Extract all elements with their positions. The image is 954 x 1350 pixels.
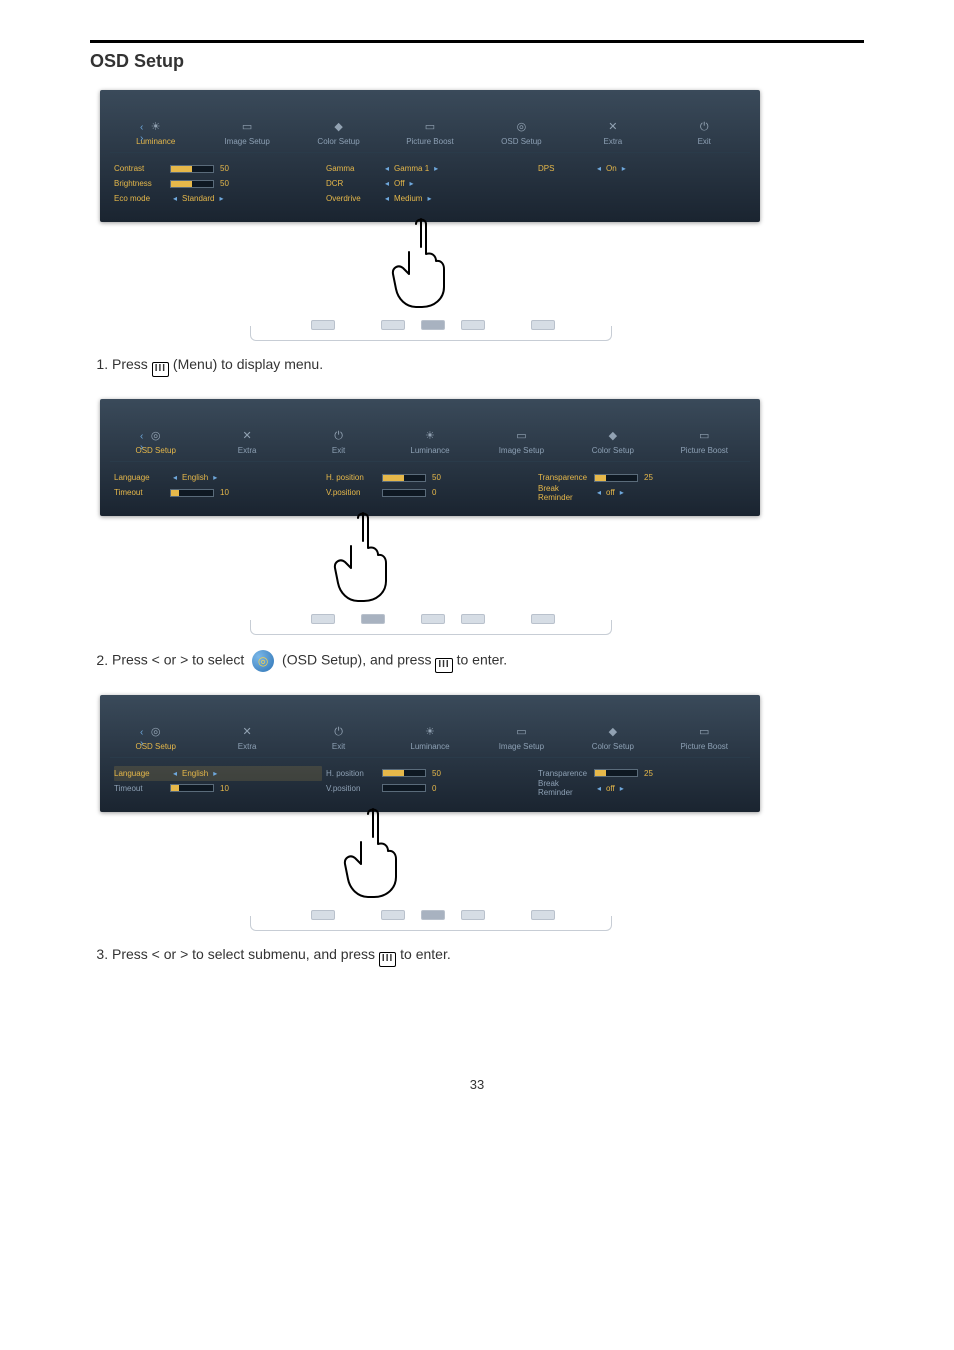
left-arrow-icon: ◂: [170, 194, 180, 203]
extra-icon: ✕: [567, 120, 658, 134]
monitor-button-row: [250, 326, 612, 341]
osd-screenshot-luminance: ☀Luminance ▭Image Setup ◆Color Setup ▭Pi…: [100, 90, 760, 222]
exit-icon: ⏻: [293, 429, 384, 443]
page-title: OSD Setup: [90, 51, 864, 72]
image-setup-icon: ▭: [476, 725, 567, 739]
image-setup-icon: ▭: [476, 429, 567, 443]
osd-setup-icon: ◎: [476, 120, 567, 134]
osd-setup-icon: ◎: [110, 429, 201, 443]
luminance-icon: ☀: [110, 120, 201, 134]
exit-icon: ⏻: [659, 120, 750, 134]
picture-boost-icon: ▭: [659, 429, 750, 443]
hand-pointing-icon: [368, 214, 478, 324]
osd-setup-icon: ◎: [110, 725, 201, 739]
page-number: 33: [90, 1077, 864, 1092]
color-setup-icon: ◆: [293, 120, 384, 134]
extra-icon: ✕: [201, 725, 292, 739]
step-2: Press < or > to select ◎ (OSD Setup), an…: [112, 650, 864, 673]
step-1: Press III (Menu) to display menu.: [112, 356, 864, 377]
color-setup-icon: ◆: [567, 429, 658, 443]
extra-icon: ✕: [201, 429, 292, 443]
hand-pointing-icon: [320, 804, 430, 914]
osd-screenshot-submenu: ◎OSD Setup ✕Extra ⏻Exit ☀Luminance ▭Imag…: [100, 695, 760, 812]
osd-screenshot-osd-setup: ◎OSD Setup ✕Extra ⏻Exit ☀Luminance ▭Imag…: [100, 399, 760, 516]
hand-pointing-icon: [310, 508, 420, 618]
osd-tabs: ☀Luminance ▭Image Setup ◆Color Setup ▭Pi…: [110, 118, 750, 153]
menu-icon: III: [379, 952, 396, 967]
luminance-icon: ☀: [384, 429, 475, 443]
osd-setup-icon: ◎: [252, 650, 274, 672]
color-setup-icon: ◆: [567, 725, 658, 739]
picture-boost-icon: ▭: [659, 725, 750, 739]
monitor-button-row: [250, 916, 612, 931]
picture-boost-icon: ▭: [384, 120, 475, 134]
luminance-icon: ☀: [384, 725, 475, 739]
step-3: Press < or > to select submenu, and pres…: [112, 946, 864, 967]
image-setup-icon: ▭: [201, 120, 292, 134]
menu-icon: III: [435, 658, 452, 673]
monitor-button-row: [250, 620, 612, 635]
menu-icon: III: [152, 362, 169, 377]
right-arrow-icon: ▸: [216, 194, 226, 203]
exit-icon: ⏻: [293, 725, 384, 739]
